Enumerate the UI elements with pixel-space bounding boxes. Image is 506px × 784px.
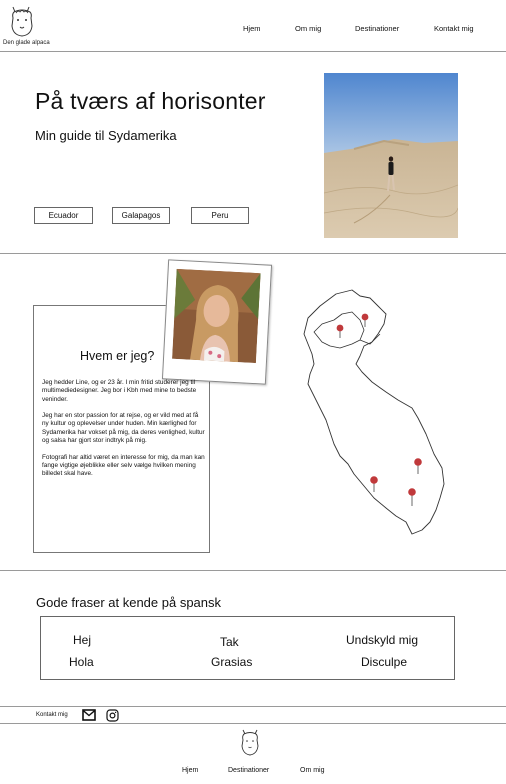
map-pin[interactable] xyxy=(336,324,344,338)
hero-title: På tværs af horisonter xyxy=(35,88,266,114)
footer-nav-destinationer[interactable]: Destinationer xyxy=(228,767,269,774)
instagram-icon[interactable] xyxy=(106,709,119,722)
hero-divider xyxy=(0,253,506,254)
portrait-photo xyxy=(172,268,261,364)
footer-nav-hjem[interactable]: Hjem xyxy=(182,767,198,774)
contact-divider-top xyxy=(0,706,506,707)
contact-divider-bottom xyxy=(0,723,506,724)
about-paragraph: Jeg har en stor passion for at rejse, og… xyxy=(42,412,205,445)
phrases-title: Gode fraser at kende på spansk xyxy=(36,595,222,610)
phrases-box xyxy=(40,616,455,680)
about-paragraph: Jeg hedder Line, og er 23 år. I min frit… xyxy=(42,379,197,403)
hero-desert-photo xyxy=(324,73,458,238)
contact-label[interactable]: Kontakt mig xyxy=(36,712,68,718)
phrase-danish: Undskyld mig xyxy=(346,633,419,647)
peru-button[interactable]: Peru xyxy=(191,207,249,224)
nav-item-destinationer[interactable]: Destinationer xyxy=(355,24,399,33)
header-divider xyxy=(0,51,506,52)
map-pin[interactable] xyxy=(408,488,416,506)
alpaca-logo-icon[interactable] xyxy=(4,4,40,40)
hero-subtitle: Min guide til Sydamerika xyxy=(35,128,177,143)
phrase-danish: Tak xyxy=(220,635,239,649)
galapagos-button[interactable]: Galapagos xyxy=(112,207,170,224)
nav-item-hjem[interactable]: Hjem xyxy=(243,24,261,33)
phrase-danish: Hej xyxy=(73,633,92,647)
ecuador-button[interactable]: Ecuador xyxy=(34,207,93,224)
mail-icon[interactable] xyxy=(82,709,96,721)
portrait-polaroid xyxy=(161,259,273,385)
phrase-spanish: Disculpe xyxy=(361,655,408,669)
about-title: Hvem er jeg? xyxy=(80,349,155,363)
about-divider xyxy=(0,570,506,571)
south-america-map xyxy=(303,289,445,535)
nav-item-kontakt-mig[interactable]: Kontakt mig xyxy=(434,24,474,33)
phrase-spanish: Hola xyxy=(69,655,94,669)
nav-item-om-mig[interactable]: Om mig xyxy=(295,24,321,33)
map-pin[interactable] xyxy=(370,476,378,492)
footer-nav-om-mig[interactable]: Om mig xyxy=(300,767,325,774)
phrase-spanish: Grasias xyxy=(211,655,253,669)
about-text: Jeg hedder Line, og er 23 år. I min frit… xyxy=(42,379,206,487)
alpaca-footer-logo-icon[interactable] xyxy=(236,728,264,758)
map-pin[interactable] xyxy=(414,458,422,474)
about-paragraph: Fotografi har altid været en interesse f… xyxy=(42,453,205,478)
map-pin[interactable] xyxy=(361,313,369,327)
logo-text: Den glade alpaca xyxy=(3,40,50,46)
